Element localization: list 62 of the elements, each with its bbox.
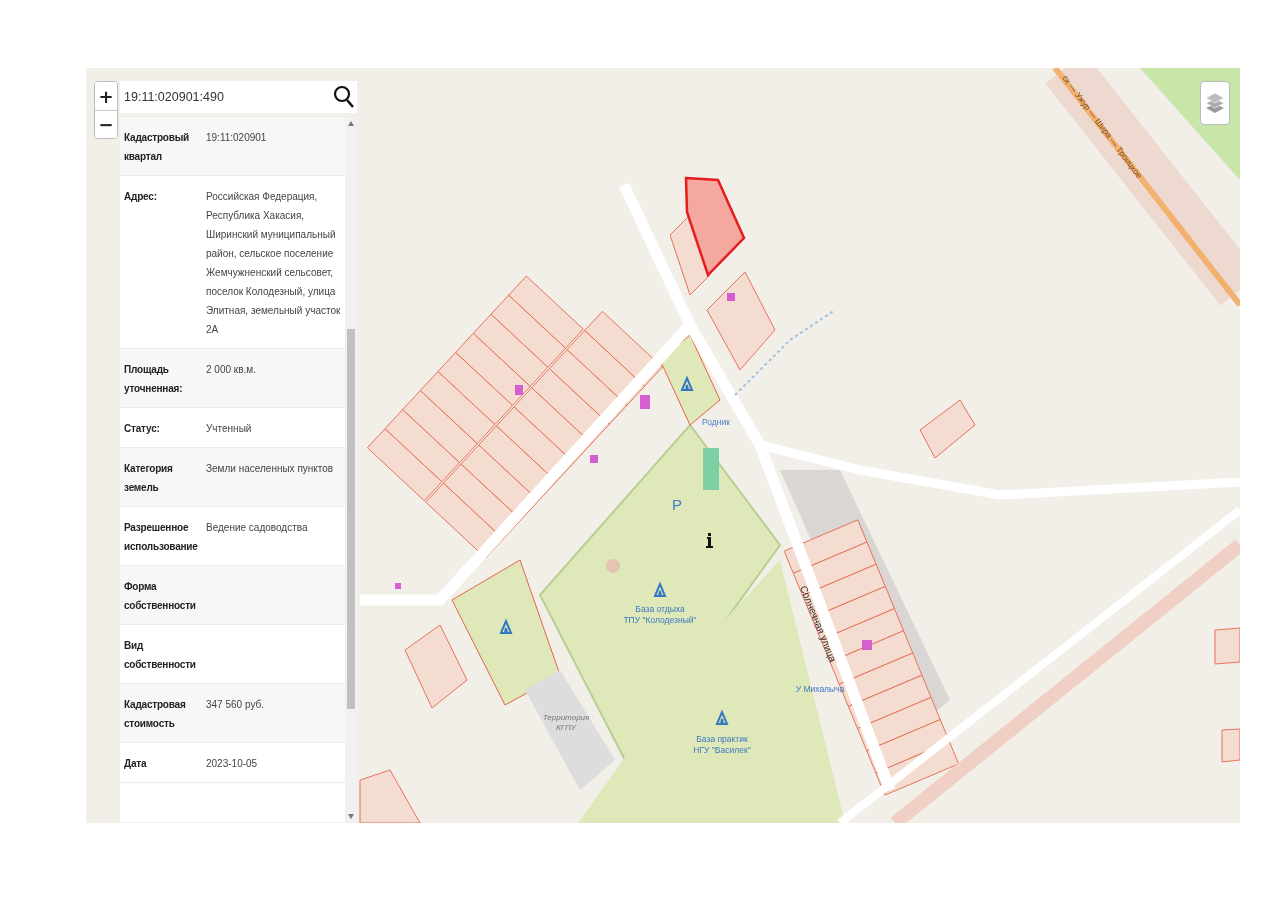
land-parcel[interactable] <box>366 428 443 502</box>
scroll-up-icon[interactable] <box>348 121 354 126</box>
info-icon <box>706 533 713 548</box>
round-building <box>606 559 620 573</box>
land-parcel[interactable] <box>359 769 421 823</box>
land-parcel[interactable] <box>508 275 584 349</box>
land-parcel[interactable] <box>455 332 531 406</box>
campsite-icon <box>500 618 512 634</box>
sports-field <box>703 448 719 490</box>
land-parcel[interactable] <box>402 390 478 464</box>
land-parcel[interactable] <box>1221 728 1240 763</box>
campsite-icon <box>654 581 666 597</box>
land-parcel[interactable] <box>706 271 776 371</box>
building <box>862 640 872 650</box>
field-label: Статус: <box>124 422 161 436</box>
field-value: 2023-10-05 <box>206 757 259 771</box>
building <box>395 583 401 589</box>
field-value: 2 000 кв.м. <box>206 363 257 377</box>
field-label: Дата <box>124 757 148 771</box>
land-parcel[interactable] <box>419 370 496 445</box>
land-parcel[interactable] <box>919 399 976 459</box>
field-value: Учтенный <box>206 422 253 436</box>
building <box>727 293 735 301</box>
scrollbar-thumb[interactable] <box>347 329 355 709</box>
map-label: Территория КГПУ <box>542 713 590 732</box>
field-value: Ведение садоводства <box>206 521 309 535</box>
field-label: Форма собственности <box>124 580 197 613</box>
land-parcel[interactable] <box>490 294 567 368</box>
field-value: 347 560 руб. <box>206 698 265 712</box>
field-value: 19:11:020901 <box>206 131 268 145</box>
map-label: Родник <box>702 417 730 427</box>
map-label: База отдыха ТПУ "Колодезный" <box>623 604 697 625</box>
field-label: Разрешенное использование <box>124 521 199 554</box>
land-parcel[interactable] <box>584 310 663 387</box>
building <box>640 395 650 409</box>
search-field[interactable]: 19:11:020901:490 <box>120 81 357 113</box>
map-label: У Михалыча <box>795 684 845 694</box>
land-parcel[interactable] <box>437 351 514 425</box>
map-label: База практик НГУ "Василек" <box>693 734 751 755</box>
field-label: Площадь уточненная: <box>124 363 184 396</box>
search-icon[interactable] <box>333 85 355 109</box>
land-parcel[interactable] <box>1214 627 1240 665</box>
building <box>515 385 523 395</box>
campsite-icon <box>716 709 728 725</box>
land-parcel[interactable] <box>384 409 461 483</box>
layers-button[interactable] <box>1200 81 1230 125</box>
campsite-icon <box>681 375 693 391</box>
scroll-down-icon[interactable] <box>348 814 354 819</box>
field-value: Земли населенных пунктов <box>206 462 335 476</box>
map-label: P <box>672 496 682 513</box>
field-label: Категория земель <box>124 462 174 495</box>
field-label: Адрес: <box>124 190 158 204</box>
field-label: Кадастровая стоимость <box>124 698 187 731</box>
land-parcel[interactable] <box>404 624 468 709</box>
field-label: Кадастровый квартал <box>124 131 190 164</box>
building <box>590 455 598 463</box>
zoom-button[interactable]: − <box>95 110 117 138</box>
land-parcel[interactable] <box>472 313 549 387</box>
field-value: Российская Федерация, Республика Хакасия, Ширинский муниципальный район, сельское поселение Жемчужненский сельсовет, поселок Колодезный, улица Элитная, земельный участок 2А <box>206 190 341 337</box>
field-label: Вид собственности <box>124 639 197 672</box>
layers-icon <box>1205 92 1225 114</box>
selected-parcel[interactable] <box>684 176 746 278</box>
